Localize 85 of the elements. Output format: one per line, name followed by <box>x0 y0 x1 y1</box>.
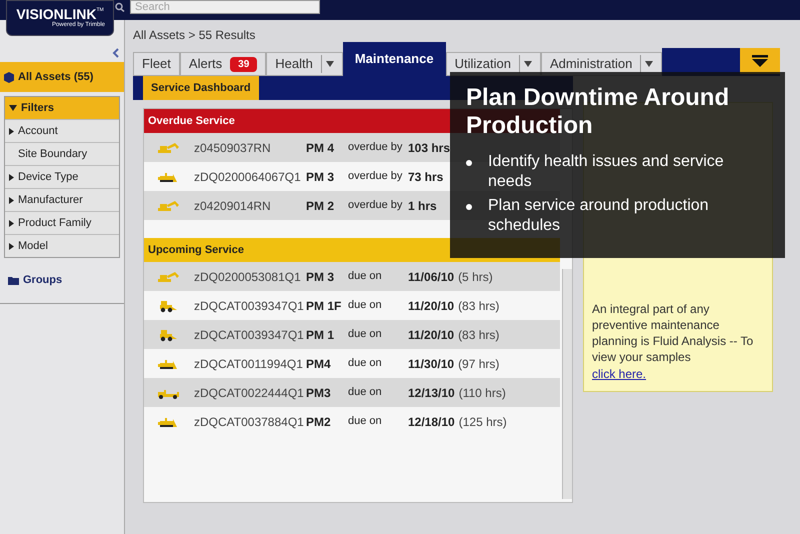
search-field[interactable]: Search <box>130 0 320 14</box>
all-assets-item[interactable]: All Assets (55) <box>0 62 124 92</box>
expand-icon <box>9 196 14 204</box>
service-row[interactable]: zDQCAT0022444Q1 PM3 due on 12/13/10 (110 hrs) <box>144 378 560 407</box>
pm-label: PM 1F <box>306 298 342 314</box>
expand-icon <box>9 242 14 250</box>
pm-label: PM 3 <box>306 268 336 286</box>
pm-label: PM 4 <box>306 140 336 156</box>
hours-value: (110 hrs) <box>458 384 506 402</box>
due-value: 11/20/10 <box>408 298 454 314</box>
asset-id: zDQCAT0011994Q1 <box>194 356 304 372</box>
alert-count-badge: 39 <box>230 56 258 72</box>
service-dashboard-tab[interactable]: Service Dashboard <box>143 76 259 100</box>
asset-id: zDQCAT0022444Q1 <box>194 384 305 402</box>
tab[interactable]: Health <box>266 52 343 76</box>
filter-item[interactable]: Model <box>5 234 119 257</box>
status-label: due on <box>348 327 383 342</box>
status-label: overdue by <box>348 140 404 156</box>
folder-icon <box>8 276 19 285</box>
note-text: An integral part of any preventive maintenance planning is Fluid Analysis -- To view your samples <box>592 301 754 365</box>
dropdown-icon[interactable] <box>645 61 654 67</box>
filter-item[interactable]: Manufacturer <box>5 188 119 211</box>
bullet-icon <box>466 160 472 166</box>
asset-id: zDQCAT0037884Q1 <box>194 414 305 430</box>
filters-header[interactable]: Filters <box>5 97 119 119</box>
click-here-link[interactable]: click here. <box>592 365 764 383</box>
bullet-icon <box>466 204 472 210</box>
expand-icon <box>9 128 14 134</box>
status-label: due on <box>348 414 383 430</box>
menu-button[interactable] <box>740 48 780 74</box>
filter-item[interactable]: Account <box>5 119 119 142</box>
expand-icon <box>9 174 14 180</box>
pm-label: PM 1 <box>306 326 336 344</box>
cube-icon <box>4 72 14 82</box>
hours-value: (97 hrs) <box>458 356 500 372</box>
hours-value: (5 hrs) <box>458 268 493 286</box>
due-value: 73 hrs <box>408 168 444 186</box>
due-value: 11/20/10 <box>408 326 454 344</box>
hours-value: (125 hrs) <box>458 414 507 430</box>
status-label: due on <box>348 298 383 314</box>
filter-item[interactable]: Site Boundary <box>5 142 119 165</box>
tab[interactable]: Maintenance <box>342 42 446 76</box>
due-value: 103 hrs <box>408 140 450 156</box>
collapse-icon[interactable] <box>112 48 120 58</box>
status-label: overdue by <box>348 169 404 184</box>
pm-label: PM 3 <box>306 168 336 186</box>
hours-value: (83 hrs) <box>458 326 500 344</box>
breadcrumb: All Assets > 55 Results <box>133 27 256 42</box>
asset-id: z04509037RN <box>194 140 272 156</box>
hours-value: (83 hrs) <box>458 298 500 314</box>
filter-item[interactable]: Product Family <box>5 211 119 234</box>
status-label: due on <box>348 269 383 284</box>
expanded-icon <box>9 105 17 111</box>
caret-icon <box>752 55 768 67</box>
logo-text: VISIONLINK <box>16 6 96 20</box>
asset-id: zDQCAT0039347Q1 <box>194 298 305 314</box>
due-value: 12/13/10 <box>408 384 455 402</box>
service-row[interactable]: zDQ0200053081Q1 PM 3 due on 11/06/10 (5 hrs) <box>144 262 560 291</box>
section-title: Overdue Service <box>148 114 235 129</box>
groups-link[interactable]: Groups <box>23 272 62 289</box>
due-value: 11/30/10 <box>408 356 454 372</box>
due-value: 1 hrs <box>408 198 437 214</box>
due-value: 11/06/10 <box>408 268 454 286</box>
asset-id: zDQ0200053081Q1 <box>194 268 302 286</box>
asset-id: zDQCAT0039347Q1 <box>194 326 305 344</box>
pm-label: PM2 <box>306 414 332 430</box>
pm-label: PM4 <box>306 356 332 372</box>
status-label: overdue by <box>348 198 404 214</box>
expand-icon <box>9 220 14 226</box>
tab[interactable]: Alerts 39 <box>180 52 266 76</box>
pm-label: PM3 <box>306 384 332 402</box>
tab[interactable]: Fleet <box>133 52 180 76</box>
filter-item[interactable]: Device Type <box>5 165 119 188</box>
status-label: due on <box>348 356 383 372</box>
status-label: due on <box>348 385 383 400</box>
search-icon[interactable] <box>114 2 126 12</box>
dropdown-icon[interactable] <box>326 61 334 67</box>
pm-label: PM 2 <box>306 198 336 214</box>
dropdown-icon[interactable] <box>524 61 532 67</box>
service-row[interactable]: zDQCAT0039347Q1 PM 1 due on 11/20/10 (83 hrs) <box>144 320 560 349</box>
asset-id: zDQ0200064067Q1 <box>194 168 302 186</box>
asset-id: z04209014RN <box>194 198 272 214</box>
due-value: 12/18/10 <box>408 414 455 430</box>
scrollbar[interactable] <box>562 269 572 499</box>
section-title: Upcoming Service <box>148 242 244 258</box>
